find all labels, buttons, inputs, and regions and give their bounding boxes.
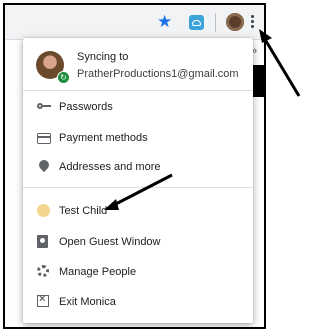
annotation-arrows [104,29,301,210]
annotation-arrow-test-child [104,173,173,210]
annotation-arrow-menu [259,29,301,97]
